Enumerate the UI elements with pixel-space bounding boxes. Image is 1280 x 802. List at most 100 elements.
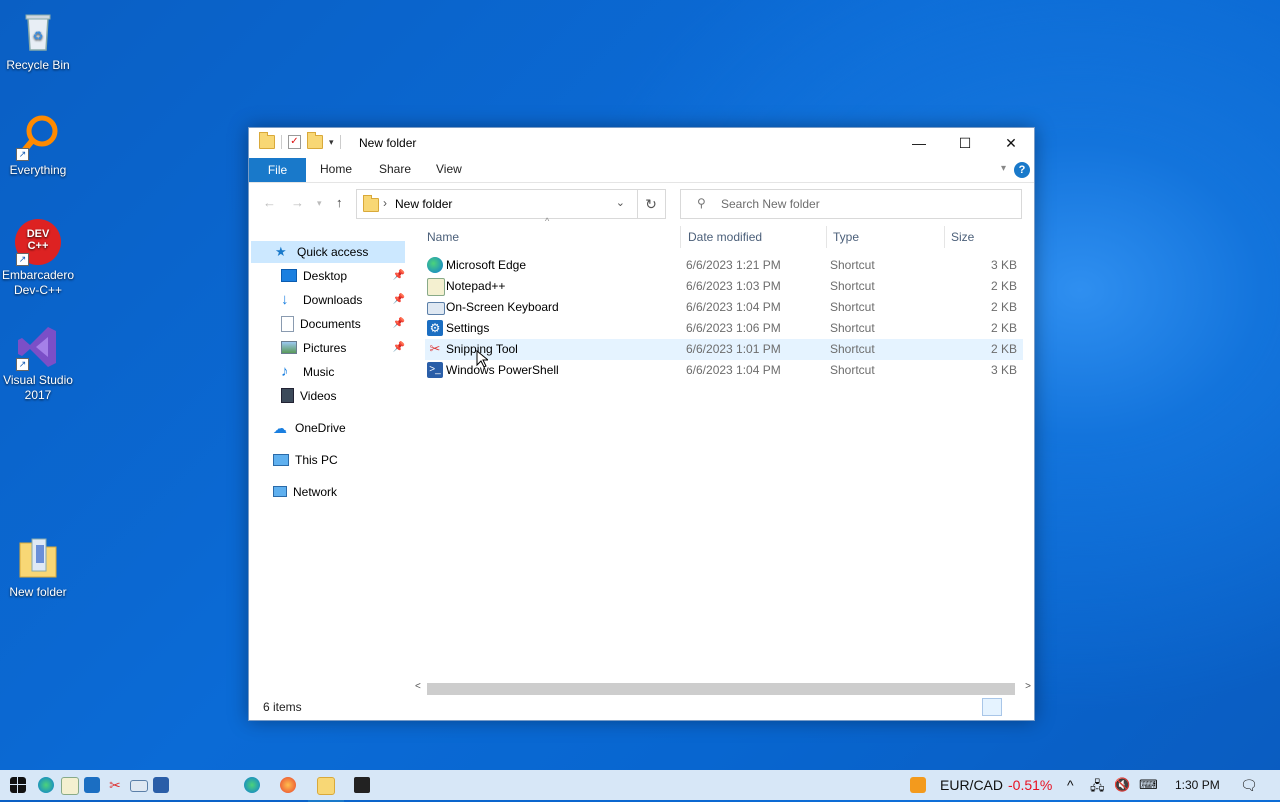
pin-icon[interactable]: 📌: [393, 289, 405, 311]
details-view-button[interactable]: [982, 698, 1002, 716]
action-center-icon[interactable]: 🗨: [1240, 777, 1258, 794]
nav-item-downloads[interactable]: ↓ Downloads 📌: [281, 289, 405, 311]
back-arrow-icon[interactable]: ←: [263, 195, 276, 210]
new-folder-icon[interactable]: [307, 132, 323, 149]
nav-item-videos[interactable]: Videos: [281, 385, 405, 407]
edge-icon[interactable]: [38, 777, 54, 793]
desktop-icon-recycle-bin[interactable]: ♻ Recycle Bin: [0, 8, 76, 73]
recycle-bin-icon: ♻: [14, 8, 62, 56]
tab-share[interactable]: Share: [379, 162, 411, 176]
forward-arrow-icon[interactable]: →: [291, 195, 304, 210]
nav-item-onedrive[interactable]: ☁ OneDrive: [273, 417, 405, 439]
pin-icon[interactable]: 📌: [393, 313, 405, 335]
file-row[interactable]: ✂ Snipping Tool 6/6/2023 1:01 PM Shortcu…: [425, 339, 1023, 360]
column-header-date-modified[interactable]: Date modified: [688, 224, 762, 250]
nav-item-label: Videos: [300, 389, 337, 403]
pin-icon[interactable]: 📌: [393, 265, 405, 287]
taskbar: ✂ EUR/CAD -0.51% ^ 🖧 🔇 ⌨ 1:30 PM 🗨: [0, 770, 1280, 802]
nav-item-label: Desktop: [303, 269, 348, 283]
keyboard-icon[interactable]: ⌨: [1139, 777, 1158, 793]
sort-ascending-icon: ^: [545, 216, 550, 226]
cloud-icon: ☁: [273, 419, 287, 436]
volume-muted-icon[interactable]: 🔇: [1114, 777, 1130, 793]
powershell-icon[interactable]: [153, 777, 169, 793]
nav-item-label: OneDrive: [295, 421, 346, 435]
file-row[interactable]: >_ Windows PowerShell 6/6/2023 1:04 PM S…: [425, 360, 1023, 381]
show-hidden-icons-chevron-icon[interactable]: ^: [1067, 777, 1074, 793]
file-row[interactable]: ⚙ Settings 6/6/2023 1:06 PM Shortcut 2 K…: [425, 318, 1023, 339]
minimize-button[interactable]: —: [896, 128, 942, 158]
column-header-type[interactable]: Type: [833, 224, 859, 250]
search-icon: ⚲: [697, 196, 706, 210]
gear-icon[interactable]: [84, 777, 100, 793]
scrollbar-thumb[interactable]: [427, 683, 1015, 695]
nav-item-pictures[interactable]: Pictures 📌: [281, 337, 405, 359]
store-icon[interactable]: [354, 777, 370, 793]
file-date: 6/6/2023 1:01 PM: [686, 342, 781, 356]
recent-locations-chevron-icon[interactable]: ▾: [317, 198, 322, 209]
scissors-icon[interactable]: ✂: [107, 777, 123, 793]
document-icon: [281, 315, 294, 332]
nav-item-label: Quick access: [297, 245, 369, 259]
large-icons-view-button[interactable]: [1006, 698, 1026, 716]
firefox-icon[interactable]: [280, 777, 296, 793]
address-dropdown-chevron-icon[interactable]: ⌄: [616, 196, 625, 209]
edge-icon[interactable]: [244, 777, 260, 793]
tab-home[interactable]: Home: [320, 162, 352, 176]
clock-time[interactable]: 1:30 PM: [1175, 778, 1220, 792]
desktop-icon-everything[interactable]: ↗ Everything: [0, 113, 76, 178]
scroll-right-arrow-icon[interactable]: >: [1025, 681, 1031, 692]
file-type: Shortcut: [830, 279, 875, 293]
network-icon[interactable]: 🖧: [1090, 777, 1105, 799]
tab-view[interactable]: View: [436, 162, 462, 176]
file-row[interactable]: Notepad++ 6/6/2023 1:03 PM Shortcut 2 KB: [425, 276, 1023, 297]
column-header-name[interactable]: Name: [427, 224, 459, 250]
file-explorer-icon[interactable]: [317, 777, 335, 795]
desktop-icon-label: Visual Studio 2017: [3, 373, 73, 402]
close-button[interactable]: ✕: [988, 128, 1034, 158]
nav-item-this-pc[interactable]: This PC: [273, 449, 405, 471]
file-row[interactable]: On-Screen Keyboard 6/6/2023 1:04 PM Shor…: [425, 297, 1023, 318]
ticker-change[interactable]: -0.51%: [1008, 777, 1052, 793]
desktop-icon-new-folder[interactable]: New folder: [0, 535, 76, 600]
keyboard-icon[interactable]: [130, 780, 148, 792]
explorer-window: ✓ ▾ New folder — ☐ ✕ File Home Share Vie…: [248, 127, 1035, 721]
breadcrumb[interactable]: New folder: [395, 197, 452, 211]
help-icon[interactable]: ?: [1014, 162, 1030, 178]
file-name: Windows PowerShell: [446, 363, 559, 377]
scroll-left-arrow-icon[interactable]: <: [415, 681, 421, 692]
nav-item-music[interactable]: ♪ Music: [281, 361, 405, 383]
tab-file[interactable]: File: [249, 158, 306, 182]
file-row[interactable]: Microsoft Edge 6/6/2023 1:21 PM Shortcut…: [425, 255, 1023, 276]
column-header-size[interactable]: Size: [951, 224, 974, 250]
nav-item-label: Network: [293, 485, 338, 499]
divider: [680, 226, 681, 248]
shortcut-arrow-icon: ↗: [16, 358, 29, 371]
currency-ticker-icon[interactable]: [910, 777, 926, 793]
nav-item-desktop[interactable]: Desktop 📌: [281, 265, 405, 287]
up-arrow-icon[interactable]: ↑: [336, 195, 343, 210]
address-bar[interactable]: › New folder ⌄: [356, 189, 638, 219]
desktop-icon-label: Recycle Bin: [6, 58, 70, 72]
expand-ribbon-chevron-icon[interactable]: ▾: [1001, 163, 1006, 174]
ticker-pair[interactable]: EUR/CAD: [940, 777, 1003, 793]
nav-item-network[interactable]: Network: [273, 481, 405, 503]
nav-item-quick-access[interactable]: ★ Quick access: [251, 241, 405, 263]
refresh-button[interactable]: ↻: [637, 189, 666, 219]
windows-start-icon[interactable]: [10, 777, 26, 793]
divider: [944, 226, 945, 248]
file-type: Shortcut: [830, 300, 875, 314]
everything-search-icon: ↗: [14, 113, 62, 161]
pin-icon[interactable]: 📌: [393, 337, 405, 359]
svg-text:♻: ♻: [33, 29, 44, 43]
notepad-plus-plus-icon[interactable]: [61, 777, 79, 795]
title-bar[interactable]: ✓ ▾ New folder — ☐ ✕: [249, 128, 1034, 158]
properties-icon[interactable]: ✓: [288, 135, 301, 149]
horizontal-scrollbar[interactable]: < >: [415, 681, 1031, 695]
search-input[interactable]: ⚲ Search New folder: [680, 189, 1022, 219]
desktop-icon-visual-studio[interactable]: ↗ Visual Studio 2017: [0, 323, 76, 403]
desktop-icon-devcpp[interactable]: DEV C++ ↗ Embarcadero Dev-C++: [0, 218, 76, 298]
nav-item-documents[interactable]: Documents 📌: [281, 313, 405, 335]
maximize-button[interactable]: ☐: [942, 128, 988, 158]
customize-qat-chevron-icon[interactable]: ▾: [329, 137, 334, 148]
